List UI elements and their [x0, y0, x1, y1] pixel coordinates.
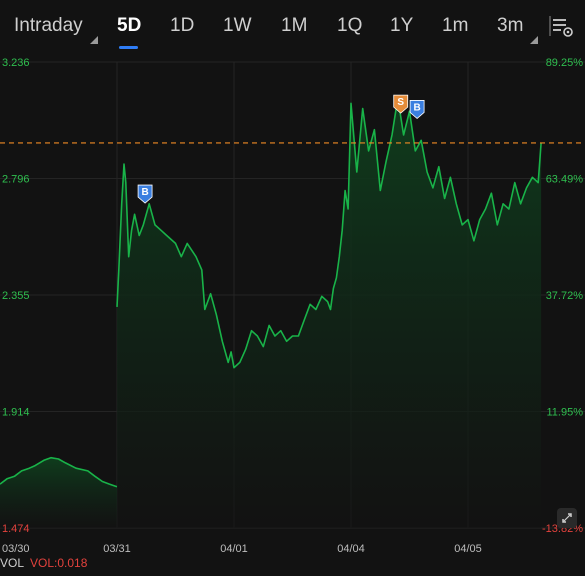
- y-tick-label-left: 1.474: [2, 523, 30, 535]
- x-tick-label: 04/05: [454, 543, 482, 555]
- expand-icon[interactable]: [557, 508, 577, 528]
- price-series: [0, 97, 585, 528]
- x-tick-label: 04/01: [220, 543, 248, 555]
- price-area-fill: [0, 457, 117, 528]
- y-tick-label-left: 3.236: [2, 57, 30, 69]
- tab-3m-minute[interactable]: 3m: [497, 12, 523, 40]
- tab-1q[interactable]: 1Q: [337, 12, 362, 40]
- timeframe-tabs: Intraday 5D 1D 1W 1M 1Q 1Y 1m 3m: [0, 0, 585, 52]
- buy-marker: B: [409, 100, 425, 119]
- buy-marker: B: [137, 184, 153, 204]
- volume-label: VOL: [0, 556, 25, 570]
- tab-1y[interactable]: 1Y: [390, 12, 413, 40]
- x-tick-label: 04/04: [337, 543, 365, 555]
- y-tick-label-left: 2.796: [2, 174, 30, 186]
- price-chart[interactable]: BS B 3.236 89.25%2.796 63.49%2.355 37.72%1.9…: [0, 52, 585, 556]
- tab-5d[interactable]: 5D: [117, 12, 141, 40]
- tab-intraday[interactable]: Intraday: [14, 12, 83, 40]
- x-tick-label: 03/30: [2, 543, 30, 555]
- dropdown-caret-icon[interactable]: [90, 36, 98, 44]
- marker-label: S: [397, 97, 404, 108]
- volume-value: VOL:0.018: [30, 556, 88, 570]
- tab-1m-minute[interactable]: 1m: [442, 12, 468, 40]
- marker-label: B: [141, 187, 148, 198]
- tab-1d[interactable]: 1D: [170, 12, 194, 40]
- volume-readout: VOL VOL:0.018: [0, 556, 87, 570]
- y-tick-label-right: 37.72%: [546, 290, 584, 302]
- active-tab-indicator: [119, 46, 138, 49]
- chart-settings-icon[interactable]: [548, 13, 576, 39]
- y-tick-label-left: 2.355: [2, 290, 30, 302]
- y-tick-label-left: 1.914: [2, 407, 30, 419]
- y-tick-label-right: 11.95%: [547, 407, 584, 419]
- dropdown-caret-icon[interactable]: [530, 36, 538, 44]
- price-area-fill: [117, 98, 542, 528]
- y-tick-label-right: 63.49%: [546, 174, 584, 186]
- marker-label: B: [413, 102, 420, 113]
- tab-1m[interactable]: 1M: [281, 12, 307, 40]
- tab-1w[interactable]: 1W: [223, 12, 252, 40]
- x-tick-label: 03/31: [103, 543, 131, 555]
- y-tick-label-right: 89.25%: [546, 57, 584, 69]
